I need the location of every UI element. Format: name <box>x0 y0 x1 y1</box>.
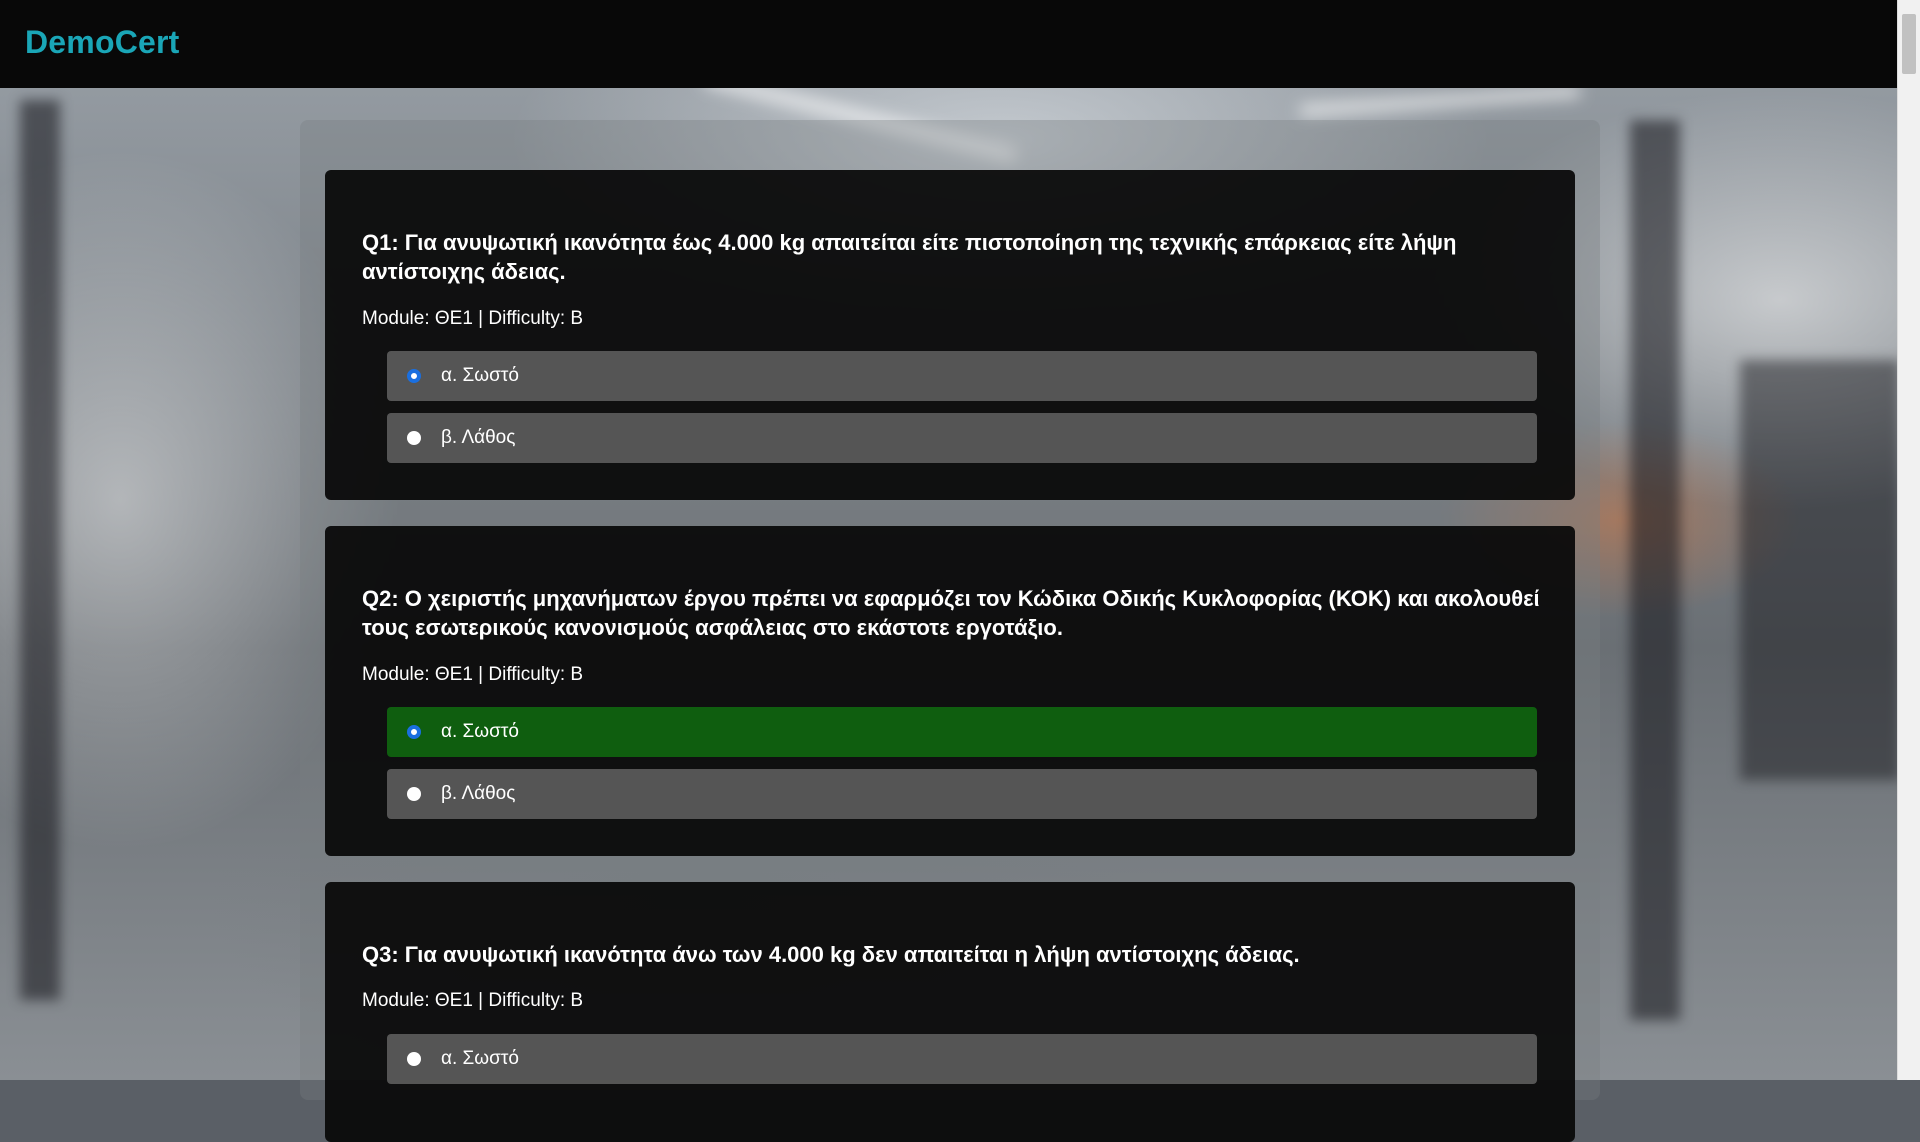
radio-unchecked-icon[interactable] <box>407 787 421 801</box>
quiz-container: Q1: Για ανυψωτική ικανότητα έως 4.000 kg… <box>300 120 1600 1142</box>
top-navbar: DemoCert <box>0 0 1898 88</box>
option-a[interactable]: α. Σωστό <box>387 351 1537 401</box>
scrollbar-thumb[interactable] <box>1902 14 1916 74</box>
option-label: α. Σωστό <box>441 1048 519 1069</box>
question-card-1: Q1: Για ανυψωτική ικανότητα έως 4.000 kg… <box>325 170 1575 500</box>
brand-logo[interactable]: DemoCert <box>25 24 180 61</box>
option-a-selected[interactable]: α. Σωστό <box>387 707 1537 757</box>
question-title: Q3: Για ανυψωτική ικανότητα άνω των 4.00… <box>362 942 1300 967</box>
option-b[interactable]: β. Λάθος <box>387 413 1537 463</box>
radio-unchecked-icon[interactable] <box>407 1052 421 1066</box>
option-label: α. Σωστό <box>441 721 519 742</box>
question-meta: Module: ΘΕ1 | Difficulty: B <box>362 308 584 329</box>
scrollbar[interactable] <box>1897 0 1920 1080</box>
radio-checked-icon[interactable] <box>407 725 421 739</box>
question-title: Q1: Για ανυψωτική ικανότητα έως 4.000 kg… <box>362 230 1457 284</box>
option-b[interactable]: β. Λάθος <box>387 769 1537 819</box>
question-card-3: Q3: Για ανυψωτική ικανότητα άνω των 4.00… <box>325 882 1575 1142</box>
question-meta: Module: ΘΕ1 | Difficulty: B <box>362 990 584 1011</box>
option-label: β. Λάθος <box>441 427 516 448</box>
option-label: β. Λάθος <box>441 783 516 804</box>
question-card-2: Q2: Ο χειριστής μηχανήματων έργου πρέπει… <box>325 526 1575 856</box>
radio-unchecked-icon[interactable] <box>407 431 421 445</box>
option-a[interactable]: α. Σωστό <box>387 1034 1537 1084</box>
question-meta: Module: ΘΕ1 | Difficulty: B <box>362 664 584 685</box>
radio-checked-icon[interactable] <box>407 369 421 383</box>
option-label: α. Σωστό <box>441 365 519 386</box>
question-title: Q2: Ο χειριστής μηχανήματων έργου πρέπει… <box>362 586 1540 640</box>
